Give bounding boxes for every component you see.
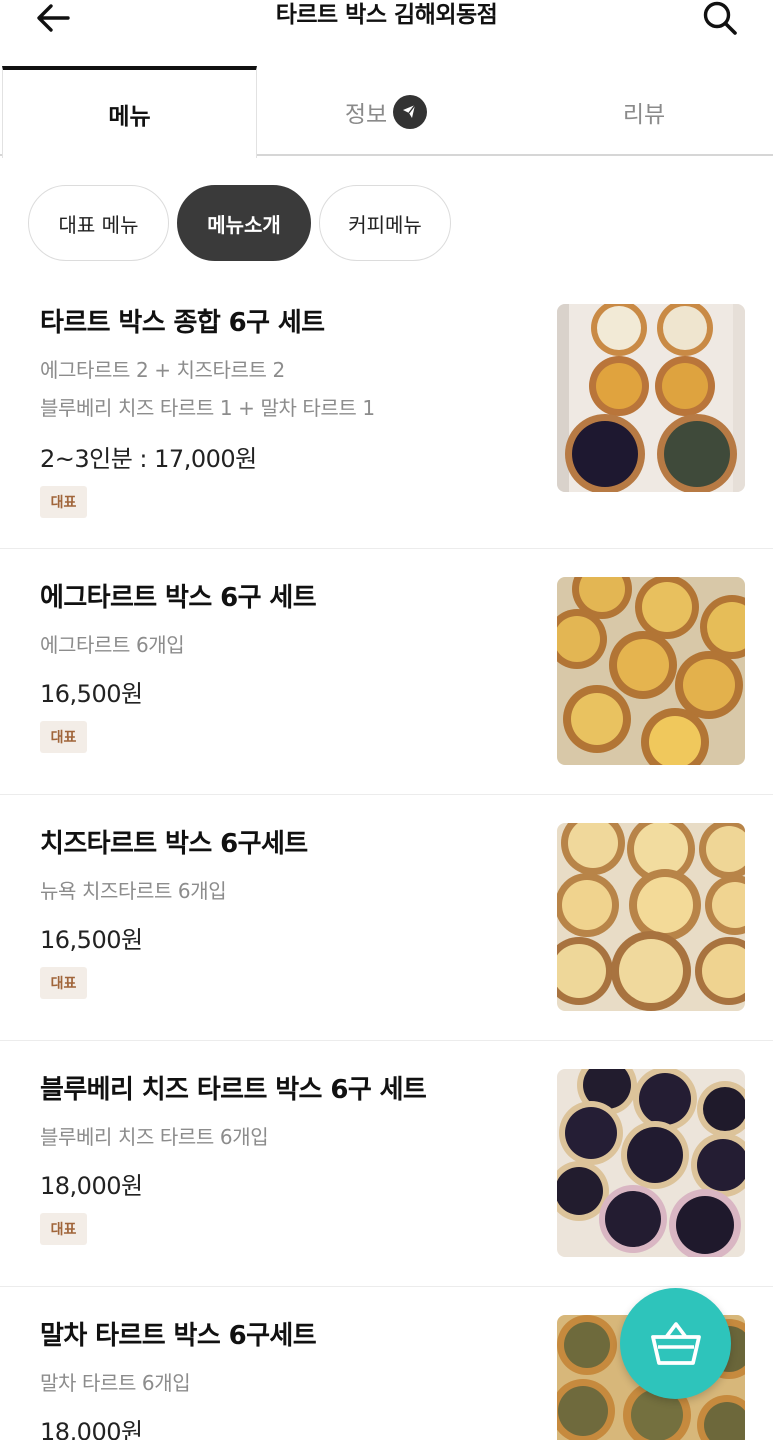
shopping-basket-icon <box>650 1321 701 1365</box>
representative-badge: 대표 <box>40 1213 87 1245</box>
representative-badge: 대표 <box>40 721 87 753</box>
item-photo <box>557 577 745 765</box>
item-name: 치즈타르트 박스 6구세트 <box>40 829 308 859</box>
item-description: 에그타르트 2 + 치즈타르트 2 <box>40 358 285 382</box>
category-chips: 대표 메뉴 메뉴소개 커피메뉴 <box>28 185 451 261</box>
item-description: 뉴욕 치즈타르트 6개입 <box>40 879 227 903</box>
item-name: 블루베리 치즈 타르트 박스 6구 세트 <box>40 1075 427 1105</box>
tab-bar: 메뉴 정보 리뷰 <box>0 66 773 158</box>
item-photo <box>557 823 745 1011</box>
item-description: 블루베리 치즈 타르트 1 + 말차 타르트 1 <box>40 396 375 420</box>
item-description: 블루베리 치즈 타르트 6개입 <box>40 1125 269 1149</box>
item-price: 2~3인분 : 17,000원 <box>40 445 257 473</box>
menu-list: 타르트 박스 종합 6구 세트 에그타르트 2 + 치즈타르트 2 블루베리 치… <box>0 280 773 1440</box>
tab-label: 메뉴 <box>108 104 151 130</box>
item-price: 18,000원 <box>40 1172 143 1200</box>
item-description: 말차 타르트 6개입 <box>40 1371 191 1395</box>
tab-info[interactable]: 정보 <box>257 66 515 158</box>
chip-representative-menu[interactable]: 대표 메뉴 <box>28 185 169 261</box>
item-price: 16,500원 <box>40 926 143 954</box>
tab-menu[interactable]: 메뉴 <box>2 66 257 158</box>
search-button[interactable] <box>696 0 744 38</box>
cart-button[interactable] <box>620 1288 731 1399</box>
tab-review[interactable]: 리뷰 <box>515 66 773 158</box>
item-photo <box>557 1069 745 1257</box>
item-name: 에그타르트 박스 6구 세트 <box>40 583 317 613</box>
item-name: 말차 타르트 박스 6구세트 <box>40 1321 317 1351</box>
tab-label: 정보 <box>344 102 388 128</box>
menu-item[interactable]: 에그타르트 박스 6구 세트 에그타르트 6개입 16,500원 대표 <box>0 549 773 795</box>
tab-label: 리뷰 <box>622 102 666 128</box>
representative-badge: 대표 <box>40 486 87 518</box>
chip-menu-intro[interactable]: 메뉴소개 <box>177 185 311 261</box>
search-icon <box>703 1 737 35</box>
top-bar: 타르트 박스 김해외동점 <box>0 0 773 60</box>
item-price: 16,500원 <box>40 680 143 708</box>
store-title: 타르트 박스 김해외동점 <box>275 2 498 28</box>
item-price: 18,000원 <box>40 1418 143 1440</box>
megaphone-icon <box>393 95 428 129</box>
representative-badge: 대표 <box>40 967 87 999</box>
menu-item[interactable]: 블루베리 치즈 타르트 박스 6구 세트 블루베리 치즈 타르트 6개입 18,… <box>0 1041 773 1287</box>
chip-coffee-menu[interactable]: 커피메뉴 <box>319 185 451 261</box>
item-name: 타르트 박스 종합 6구 세트 <box>40 308 325 338</box>
item-description: 에그타르트 6개입 <box>40 633 185 657</box>
menu-item[interactable]: 치즈타르트 박스 6구세트 뉴욕 치즈타르트 6개입 16,500원 대표 <box>0 795 773 1041</box>
menu-item[interactable]: 타르트 박스 종합 6구 세트 에그타르트 2 + 치즈타르트 2 블루베리 치… <box>0 280 773 549</box>
item-photo <box>557 304 745 492</box>
